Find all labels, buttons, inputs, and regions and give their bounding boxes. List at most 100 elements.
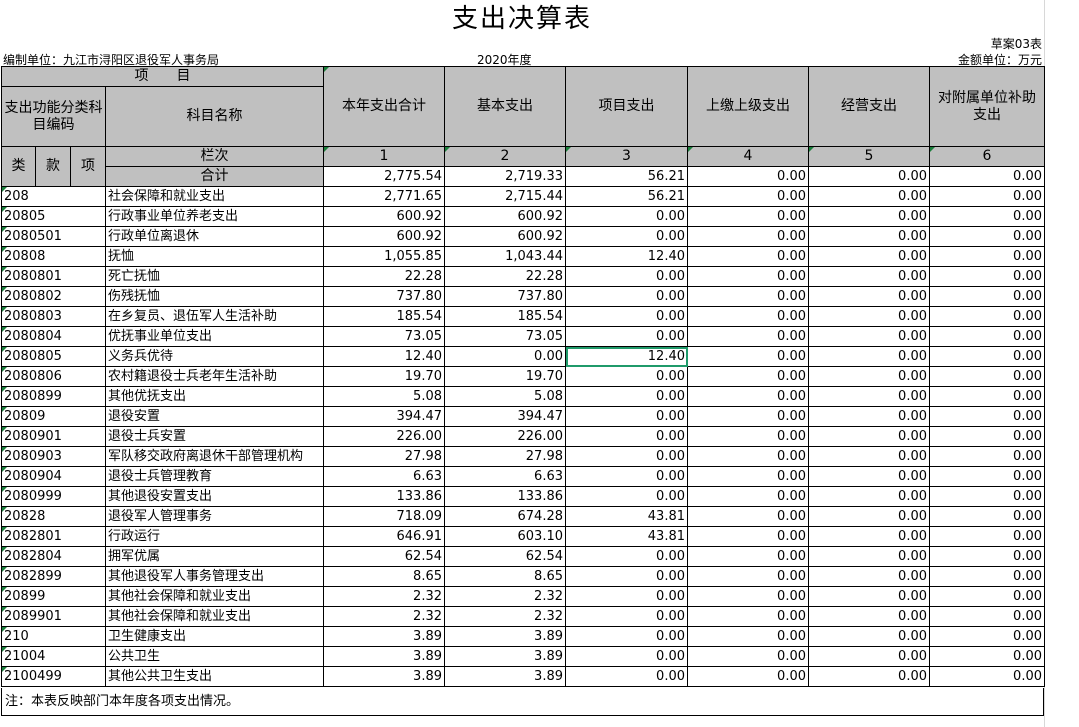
table-row[interactable]: 20805 行政事业单位养老支出 600.92 600.92 0.00 0.00 0.00 0… <box>1 206 1045 227</box>
value-cell[interactable]: 8.65 <box>444 566 566 587</box>
value-cell[interactable]: 62.54 <box>444 546 566 567</box>
row-name-cell[interactable]: 卫生健康支出 <box>105 626 324 647</box>
lanci-label[interactable]: 栏次 <box>105 146 324 167</box>
value-cell[interactable]: 22.28 <box>444 266 566 287</box>
value-cell[interactable]: 0.00 <box>687 406 809 427</box>
value-cell[interactable]: 0.00 <box>808 266 930 287</box>
row-code-cell[interactable]: 2089901 <box>1 606 106 627</box>
value-cell[interactable]: 0.00 <box>929 406 1045 427</box>
value-cell[interactable]: 3.89 <box>323 646 445 667</box>
value-cell[interactable]: 226.00 <box>444 426 566 447</box>
value-cell[interactable]: 27.98 <box>323 446 445 467</box>
col-num-4[interactable]: 4 <box>687 146 809 167</box>
row-name-cell[interactable]: 社会保障和就业支出 <box>105 186 324 207</box>
value-cell[interactable]: 0.00 <box>929 526 1045 547</box>
value-cell[interactable]: 0.00 <box>808 426 930 447</box>
value-cell[interactable]: 0.00 <box>808 506 930 527</box>
value-cell[interactable]: 0.00 <box>687 226 809 247</box>
row-name-cell[interactable]: 抚恤 <box>105 246 324 267</box>
value-cell[interactable]: 674.28 <box>444 506 566 527</box>
row-name-cell[interactable]: 其他社会保障和就业支出 <box>105 606 324 627</box>
table-row[interactable]: 2080903 军队移交政府离退休干部管理机构 27.98 27.98 0.00 0.00… <box>1 446 1045 467</box>
table-row[interactable]: 20808 抚恤 1,055.85 1,043.44 12.40 0.00 0.00 0.00 <box>1 246 1045 267</box>
value-cell[interactable]: 0.00 <box>687 286 809 307</box>
table-row[interactable]: 2089901 其他社会保障和就业支出 2.32 2.32 0.00 0.00 0.00 0.… <box>1 606 1045 627</box>
value-cell[interactable]: 0.00 <box>565 366 688 387</box>
col-num-5[interactable]: 5 <box>808 146 930 167</box>
table-row[interactable]: 20828 退役军人管理事务 718.09 674.28 43.81 0.00 0.00 0.… <box>1 506 1045 527</box>
value-cell[interactable]: 0.00 <box>929 426 1045 447</box>
value-cell[interactable]: 2.32 <box>323 606 445 627</box>
value-cell[interactable]: 0.00 <box>808 626 930 647</box>
value-cell[interactable]: 0.00 <box>808 246 930 267</box>
value-cell[interactable]: 0.00 <box>565 326 688 347</box>
col-header-operating[interactable]: 经营支出 <box>808 66 930 147</box>
value-cell[interactable]: 0.00 <box>929 366 1045 387</box>
kuan-label[interactable]: 款 <box>35 146 71 187</box>
value-cell[interactable]: 600.92 <box>323 226 445 247</box>
table-row[interactable]: 2080806 农村籍退役士兵老年生活补助 19.70 19.70 0.00 0.00 0.… <box>1 366 1045 387</box>
value-cell[interactable]: 2,715.44 <box>444 186 566 207</box>
value-cell[interactable]: 0.00 <box>444 346 566 367</box>
row-name-cell[interactable]: 义务兵优待 <box>105 346 324 367</box>
value-cell[interactable]: 0.00 <box>929 466 1045 487</box>
row-code-cell[interactable]: 2080801 <box>1 266 106 287</box>
table-row[interactable]: 208 社会保障和就业支出 2,771.65 2,715.44 56.21 0.00 0.0… <box>1 186 1045 207</box>
table-row[interactable]: 2080904 退役士兵管理教育 6.63 6.63 0.00 0.00 0.00 0.00 <box>1 466 1045 487</box>
value-cell[interactable]: 0.00 <box>687 186 809 207</box>
row-code-cell[interactable]: 2080805 <box>1 346 106 367</box>
row-code-cell[interactable]: 20899 <box>1 586 106 607</box>
table-row[interactable]: 2080804 优抚事业单位支出 73.05 73.05 0.00 0.00 0.00 0.0… <box>1 326 1045 347</box>
row-code-cell[interactable]: 21004 <box>1 646 106 667</box>
xiang-label[interactable]: 项 <box>70 146 106 187</box>
row-code-cell[interactable]: 2100499 <box>1 666 106 687</box>
value-cell[interactable]: 0.00 <box>565 626 688 647</box>
value-cell[interactable]: 600.92 <box>323 206 445 227</box>
value-cell[interactable]: 0.00 <box>687 266 809 287</box>
row-code-cell[interactable]: 2080903 <box>1 446 106 467</box>
table-row[interactable]: 2082804 拥军优属 62.54 62.54 0.00 0.00 0.00 0.00 <box>1 546 1045 567</box>
col-header-project[interactable]: 项目支出 <box>565 66 688 147</box>
value-cell[interactable]: 0.00 <box>687 606 809 627</box>
row-name-cell[interactable]: 公共卫生 <box>105 646 324 667</box>
table-row[interactable]: 2080501 行政单位离退休 600.92 600.92 0.00 0.00 0.00 0.… <box>1 226 1045 247</box>
row-code-cell[interactable]: 2082801 <box>1 526 106 547</box>
value-cell[interactable]: 0.00 <box>565 666 688 687</box>
value-cell[interactable]: 0.00 <box>929 666 1045 687</box>
table-row[interactable]: 2080803 在乡复员、退伍军人生活补助 185.54 185.54 0.00 0.00… <box>1 306 1045 327</box>
value-cell[interactable]: 737.80 <box>444 286 566 307</box>
value-cell[interactable]: 0.00 <box>808 666 930 687</box>
row-code-cell[interactable]: 2080806 <box>1 366 106 387</box>
value-cell[interactable]: 73.05 <box>444 326 566 347</box>
col-header-total[interactable]: 本年支出合计 <box>323 66 445 147</box>
row-name-cell[interactable]: 军队移交政府离退休干部管理机构 <box>105 446 324 467</box>
value-cell[interactable]: 0.00 <box>808 346 930 367</box>
row-name-cell[interactable]: 在乡复员、退伍军人生活补助 <box>105 306 324 327</box>
value-cell[interactable]: 0.00 <box>929 206 1045 227</box>
value-cell[interactable]: 0.00 <box>687 626 809 647</box>
total-cell[interactable]: 2,719.33 <box>444 166 566 187</box>
row-name-cell[interactable]: 优抚事业单位支出 <box>105 326 324 347</box>
value-cell[interactable]: 0.00 <box>929 626 1045 647</box>
table-row[interactable]: 20899 其他社会保障和就业支出 2.32 2.32 0.00 0.00 0.00 0.00 <box>1 586 1045 607</box>
value-cell[interactable]: 0.00 <box>565 486 688 507</box>
value-cell[interactable]: 0.00 <box>687 666 809 687</box>
total-cell[interactable]: 0.00 <box>687 166 809 187</box>
value-cell[interactable]: 0.00 <box>808 226 930 247</box>
value-cell[interactable]: 0.00 <box>808 326 930 347</box>
row-code-cell[interactable]: 2080803 <box>1 306 106 327</box>
lei-label[interactable]: 类 <box>1 146 36 187</box>
row-name-cell[interactable]: 农村籍退役士兵老年生活补助 <box>105 366 324 387</box>
table-row[interactable]: 2080999 其他退役安置支出 133.86 133.86 0.00 0.00 0.00 0… <box>1 486 1045 507</box>
value-cell[interactable]: 0.00 <box>929 446 1045 467</box>
value-cell[interactable]: 73.05 <box>323 326 445 347</box>
value-cell[interactable]: 0.00 <box>565 606 688 627</box>
value-cell[interactable]: 0.00 <box>687 466 809 487</box>
value-cell[interactable]: 737.80 <box>323 286 445 307</box>
row-name-cell[interactable]: 其他优抚支出 <box>105 386 324 407</box>
value-cell[interactable]: 603.10 <box>444 526 566 547</box>
table-row[interactable]: 2080901 退役士兵安置 226.00 226.00 0.00 0.00 0.00 0.0… <box>1 426 1045 447</box>
value-cell[interactable]: 0.00 <box>808 606 930 627</box>
row-code-cell[interactable]: 2080802 <box>1 286 106 307</box>
value-cell[interactable]: 0.00 <box>929 326 1045 347</box>
